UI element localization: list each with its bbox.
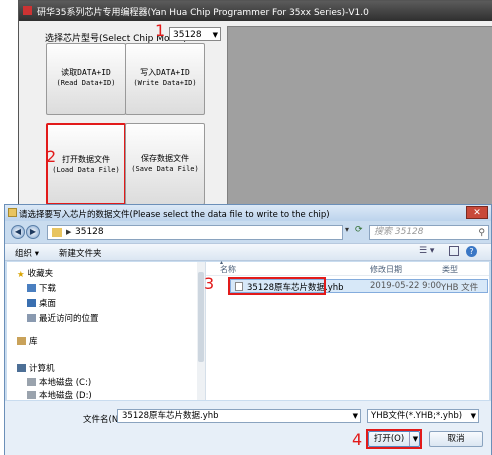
save-button-label: 保存数据文件 xyxy=(141,154,189,163)
file-type: YHB 文件 xyxy=(441,283,479,293)
drive-icon xyxy=(27,391,36,399)
nav-desktop-label: 桌面 xyxy=(39,299,57,309)
nav-disk-d-label: 本地磁盘 (D:) xyxy=(39,391,92,401)
write-button-label: 写入DATA+ID xyxy=(140,68,190,77)
column-name-header[interactable]: 名称 xyxy=(220,264,236,275)
search-icon[interactable]: ⚲ xyxy=(478,227,485,240)
nav-favorites[interactable]: ★ 收藏夹 xyxy=(17,267,54,280)
filetype-value: YHB文件(*.YHB;*.yhb) xyxy=(371,411,463,421)
star-icon: ★ xyxy=(17,270,25,280)
refresh-icon[interactable]: ⟳ xyxy=(355,225,363,235)
nav-computer-label: 计算机 xyxy=(29,364,55,374)
open-file-dialog: 请选择要写入芯片的数据文件(Please select the data fil… xyxy=(4,204,492,455)
download-folder-icon xyxy=(27,284,36,292)
step-4-marker: 4 xyxy=(352,430,363,449)
forward-icon[interactable]: ▶ xyxy=(26,225,40,239)
back-icon[interactable]: ◀ xyxy=(11,225,25,239)
column-header-row: ▴ 名称 修改日期 类型 xyxy=(206,259,489,276)
app-logo-icon xyxy=(23,6,32,15)
column-date-header[interactable]: 修改日期 xyxy=(370,264,402,275)
nav-downloads-label: 下载 xyxy=(39,284,57,294)
read-data-id-button[interactable]: 读取DATA+ID (Read Data+ID) xyxy=(46,43,126,115)
chip-model-value: 35128 xyxy=(173,30,202,40)
cancel-button[interactable]: 取消 xyxy=(429,431,483,447)
step-3-marker: 3 xyxy=(204,274,215,293)
filename-value: 35128原车芯片数据.yhb xyxy=(122,411,219,421)
navigation-pane: ★ 收藏夹 下载 桌面 最近访问的位置 库 计算机 本地磁盘 (C:) 本地磁盘 … xyxy=(7,262,206,401)
dialog-bottom-bar: 文件名(N): 35128原车芯片数据.yhb ▼ YHB文件(*.YHB;*.… xyxy=(5,401,491,455)
data-display-panel xyxy=(227,26,492,206)
chevron-down-icon: ▼ xyxy=(212,31,218,39)
write-button-sublabel: (Write Data+ID) xyxy=(133,79,197,87)
dialog-title: 请选择要写入芯片的数据文件(Please select the data fil… xyxy=(19,210,330,220)
close-icon[interactable]: ✕ xyxy=(466,206,488,219)
read-button-sublabel: (Read Data+ID) xyxy=(56,79,116,87)
filetype-select[interactable]: YHB文件(*.YHB;*.yhb) ▼ xyxy=(367,409,479,423)
app-title: 研华35系列芯片专用编程器(Yan Hua Chip Programmer Fo… xyxy=(37,8,369,18)
preview-pane-icon[interactable] xyxy=(449,246,459,256)
address-dropdown-icon[interactable]: ▾ xyxy=(345,225,349,234)
nav-downloads[interactable]: 下载 xyxy=(27,282,56,294)
file-list-pane: ▴ 名称 修改日期 类型 35128原车芯片数据.yhb 2019-05-22 … xyxy=(204,259,489,400)
dialog-titlebar: 请选择要写入芯片的数据文件(Please select the data fil… xyxy=(5,205,491,221)
save-data-file-button[interactable]: 保存数据文件 (Save Data File) xyxy=(125,123,205,205)
nav-libraries-label: 库 xyxy=(29,337,38,347)
nav-recent[interactable]: 最近访问的位置 xyxy=(27,312,99,324)
desktop-icon xyxy=(27,299,36,307)
save-button-sublabel: (Save Data File) xyxy=(131,165,199,173)
step-1-marker: 1 xyxy=(155,21,166,40)
breadcrumb-current[interactable]: 35128 xyxy=(75,226,104,239)
nav-disk-c[interactable]: 本地磁盘 (C:) xyxy=(27,376,91,388)
load-data-file-button[interactable]: 打开数据文件 (Load Data File) xyxy=(46,123,126,205)
organize-button[interactable]: 组织 ▾ xyxy=(15,247,39,259)
open-highlight-box xyxy=(366,429,422,449)
search-placeholder: 搜索 35128 xyxy=(374,227,424,237)
dialog-toolbar: 组织 ▾ 新建文件夹 ☰ ▾ ? xyxy=(5,243,491,261)
nav-disk-d[interactable]: 本地磁盘 (D:) xyxy=(27,389,92,401)
programmer-window: 研华35系列芯片专用编程器(Yan Hua Chip Programmer Fo… xyxy=(18,0,492,207)
chip-model-select[interactable]: 35128 ▼ xyxy=(169,27,221,41)
help-icon[interactable]: ? xyxy=(466,246,477,257)
breadcrumb-arrow-icon[interactable]: ▶ xyxy=(66,226,71,239)
filename-input[interactable]: 35128原车芯片数据.yhb ▼ xyxy=(117,409,361,423)
search-input[interactable]: 搜索 35128 ⚲ xyxy=(369,225,489,240)
chevron-down-icon: ▼ xyxy=(470,412,476,420)
recent-places-icon xyxy=(27,314,36,322)
write-data-id-button[interactable]: 写入DATA+ID (Write Data+ID) xyxy=(125,43,205,115)
library-icon xyxy=(17,337,26,345)
load-button-label: 打开数据文件 xyxy=(62,155,110,164)
app-titlebar: 研华35系列芯片专用编程器(Yan Hua Chip Programmer Fo… xyxy=(19,1,492,21)
chevron-down-icon[interactable]: ▼ xyxy=(353,410,358,422)
computer-icon xyxy=(17,364,26,372)
read-button-label: 读取DATA+ID xyxy=(61,68,111,77)
load-button-sublabel: (Load Data File) xyxy=(52,166,120,174)
nav-favorites-label: 收藏夹 xyxy=(27,269,54,279)
nav-desktop[interactable]: 桌面 xyxy=(27,297,56,309)
column-type-header[interactable]: 类型 xyxy=(442,264,458,275)
step-2-marker: 2 xyxy=(46,147,57,166)
nav-computer[interactable]: 计算机 xyxy=(17,362,55,374)
address-row: ◀ ▶ ▶ 35128 ▾ ⟳ 搜索 35128 ⚲ xyxy=(5,222,491,242)
drive-icon xyxy=(27,378,36,386)
address-bar[interactable]: ▶ 35128 xyxy=(47,225,343,240)
nav-libraries[interactable]: 库 xyxy=(17,335,38,347)
file-highlight-box xyxy=(228,277,326,295)
folder-icon xyxy=(8,208,17,217)
nav-recent-label: 最近访问的位置 xyxy=(39,314,99,324)
nav-disk-c-label: 本地磁盘 (C:) xyxy=(39,378,92,388)
new-folder-button[interactable]: 新建文件夹 xyxy=(59,247,102,259)
view-options-icon[interactable]: ☰ ▾ xyxy=(419,246,434,256)
file-date: 2019-05-22 9:00 xyxy=(370,281,442,291)
folder-icon xyxy=(52,228,62,237)
